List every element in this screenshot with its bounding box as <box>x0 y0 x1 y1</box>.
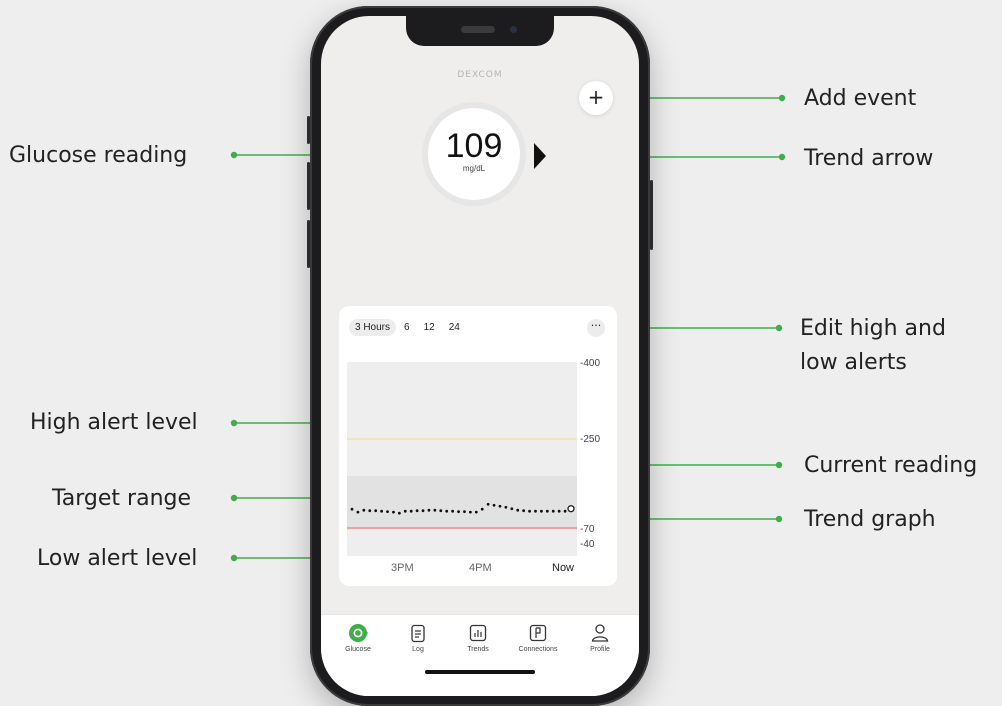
reading-point <box>415 509 419 513</box>
reading-point <box>421 509 425 513</box>
reading-point <box>463 510 466 514</box>
reading-point <box>409 509 413 513</box>
callout-edit-alerts-line2: low alerts <box>800 350 907 375</box>
time-range-tabs: 3 Hours 6 12 24 <box>349 319 468 336</box>
reading-point <box>392 510 395 514</box>
reading-point <box>492 503 496 507</box>
callout-low-alert-level: Low alert level <box>37 546 198 571</box>
notch <box>406 16 554 46</box>
glucose-icon <box>349 624 368 642</box>
front-camera <box>510 26 517 33</box>
nav-label-log: Log <box>412 646 424 653</box>
trend-arrow-icon <box>534 143 546 169</box>
reading-point <box>551 509 555 513</box>
reading-point <box>368 509 372 513</box>
reading-point <box>516 508 520 512</box>
callout-glucose-reading: Glucose reading <box>9 143 188 168</box>
reading-point <box>374 509 378 513</box>
x-tick-now: Now <box>552 562 575 574</box>
y-tick-70: -70 <box>580 524 595 535</box>
reading-point <box>403 509 407 513</box>
home-indicator <box>425 670 535 674</box>
person-icon <box>591 624 609 642</box>
reading-point <box>534 509 537 513</box>
reading-point <box>427 508 431 512</box>
edit-alerts-button[interactable]: ··· <box>587 319 605 337</box>
callout-current-reading: Current reading <box>804 453 978 478</box>
current-reading-point <box>567 505 575 513</box>
tab-24-hours[interactable]: 24 <box>443 319 466 336</box>
reading-point <box>445 509 449 513</box>
y-tick-400: -400 <box>580 358 601 369</box>
reading-point <box>433 508 437 512</box>
y-tick-40: -40 <box>580 539 595 550</box>
reading-point <box>362 508 366 512</box>
nav-log[interactable]: Log <box>388 623 448 653</box>
nav-label-glucose: Glucose <box>345 646 371 653</box>
x-tick-3pm: 3PM <box>391 562 414 574</box>
tab-6-hours[interactable]: 6 <box>398 319 416 336</box>
speaker-grille <box>461 26 495 33</box>
x-tick-4pm: 4PM <box>469 562 492 574</box>
clipboard-icon <box>411 624 425 643</box>
callout-add-event: Add event <box>804 86 917 111</box>
reading-point <box>386 510 389 514</box>
reading-point <box>528 509 531 513</box>
nav-label-connections: Connections <box>518 646 558 653</box>
y-tick-250: -250 <box>580 434 601 445</box>
reading-point <box>380 509 383 513</box>
nav-profile[interactable]: Profile <box>570 623 630 653</box>
reading-point <box>457 510 460 514</box>
reading-point <box>356 510 360 514</box>
glucose-gauge[interactable]: 109 mg/dL <box>428 108 520 200</box>
phone-screen: DEXCOM + 109 mg/dL 3 Hours 6 12 24 ··· -400… <box>321 16 639 696</box>
reading-point <box>474 510 478 514</box>
reading-point <box>468 510 472 514</box>
trend-graph <box>347 362 577 556</box>
reading-point <box>350 507 354 511</box>
glucose-value: 109 <box>445 127 503 165</box>
trend-graph-svg <box>347 438 577 529</box>
reading-point <box>510 507 514 511</box>
bar-chart-icon <box>469 624 487 642</box>
nav-label-profile: Profile <box>590 646 610 653</box>
nav-trends[interactable]: Trends <box>448 623 508 653</box>
callout-trend-arrow: Trend arrow <box>804 146 934 171</box>
glucose-unit: mg/dL <box>462 164 486 173</box>
volume-up-button <box>307 162 310 210</box>
reading-point <box>557 509 561 513</box>
brand-logo: DEXCOM <box>457 70 503 80</box>
nav-connections[interactable]: Connections <box>508 623 568 653</box>
tab-12-hours[interactable]: 12 <box>418 319 441 336</box>
reading-point <box>480 507 484 511</box>
callout-edit-alerts-line1: Edit high and <box>800 316 946 341</box>
reading-point <box>563 509 567 513</box>
reading-point <box>522 509 526 513</box>
nav-label-trends: Trends <box>467 646 489 653</box>
reading-point <box>486 502 490 506</box>
bottom-nav: Glucose Log Trends Connections Profile <box>321 614 639 696</box>
reading-point <box>439 509 443 513</box>
connections-icon <box>529 624 547 642</box>
nav-glucose[interactable]: Glucose <box>328 623 388 653</box>
add-event-button[interactable]: + <box>579 81 613 115</box>
mute-switch <box>307 116 310 144</box>
tab-3-hours[interactable]: 3 Hours <box>349 319 397 336</box>
reading-point <box>397 511 401 515</box>
reading-point <box>498 504 502 508</box>
volume-down-button <box>307 220 310 268</box>
trend-graph-card: 3 Hours 6 12 24 ··· -400 -250 -70 -40 3PM 4… <box>339 306 617 586</box>
reading-point <box>540 509 543 513</box>
reading-point <box>504 505 508 509</box>
callout-target-range: Target range <box>52 486 192 511</box>
power-button <box>650 180 653 250</box>
callout-high-alert-level: High alert level <box>30 410 198 435</box>
reading-point <box>451 509 455 513</box>
reading-point <box>545 509 549 513</box>
callout-trend-graph: Trend graph <box>804 507 936 532</box>
